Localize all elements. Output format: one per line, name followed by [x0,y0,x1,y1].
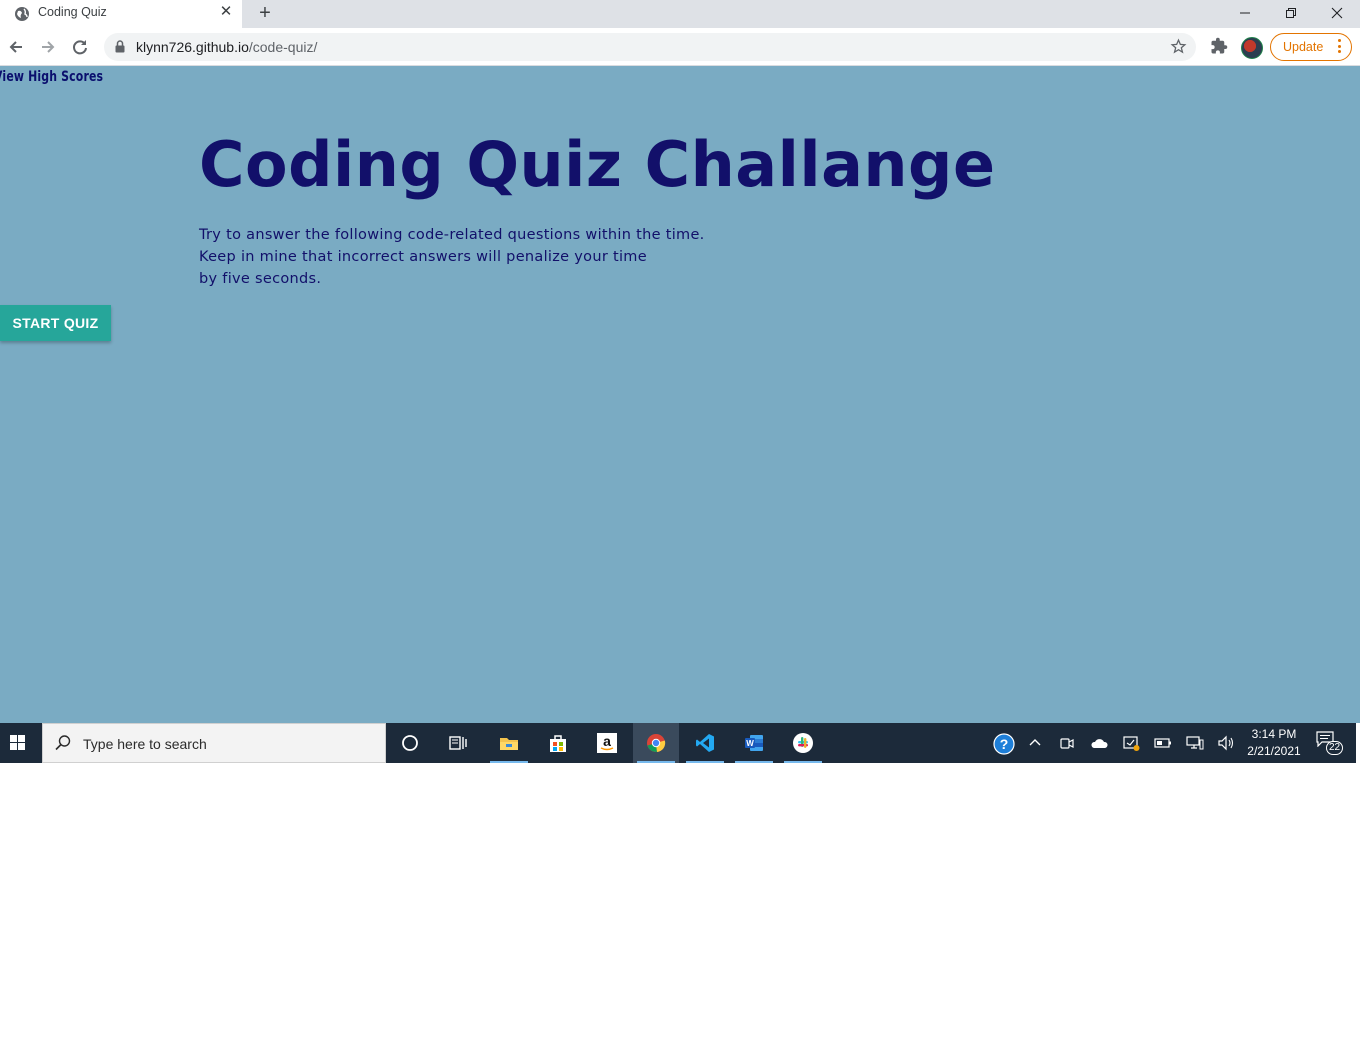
minimize-icon [1240,12,1250,14]
volume-icon[interactable] [1216,733,1236,753]
tab-title: Coding Quiz [38,5,107,19]
restore-button[interactable] [1268,0,1314,28]
svg-text:a: a [603,733,611,749]
view-high-scores-link[interactable]: View High Scores [0,69,103,85]
clock-time: 3:14 PM [1251,727,1297,741]
help-icon[interactable]: ? [993,733,1015,755]
search-icon [55,735,71,751]
store-app[interactable] [535,723,581,763]
word-app[interactable]: W [731,723,777,763]
task-view-icon [449,736,467,750]
amazon-icon: a [597,733,617,753]
url-path: /code-quiz/ [248,39,318,55]
task-view-button[interactable] [435,723,481,763]
file-explorer-icon [500,738,518,750]
instruction-line: Try to answer the following code-related… [199,227,705,243]
slack-app[interactable] [780,723,826,763]
reload-icon[interactable] [69,36,91,58]
lock-icon [115,40,125,53]
file-explorer-app[interactable] [486,723,532,763]
running-indicator [637,761,675,763]
page-title: Coding Quiz Challange [199,128,996,201]
url-text: klynn726.github.io/code-quiz/ [136,39,317,55]
extensions-puzzle-icon[interactable] [1210,37,1228,55]
network-icon[interactable] [1185,733,1205,753]
slack-icon [793,733,813,753]
minimize-button[interactable] [1222,0,1268,28]
close-window-button[interactable] [1314,0,1360,28]
battery-icon[interactable] [1153,733,1173,753]
amazon-app[interactable]: a [584,723,630,763]
vscode-icon [696,734,714,752]
action-center-button[interactable]: 22 [1316,731,1346,757]
instruction-line: by five seconds. [199,271,322,287]
notification-badge: 22 [1326,741,1343,755]
page-viewport: View High Scores Coding Quiz Challange T… [0,66,1360,723]
restore-icon [1286,8,1296,18]
store-icon [550,735,566,752]
chrome-icon [647,734,666,753]
cortana-icon [402,735,418,751]
chrome-app[interactable] [633,723,679,763]
cortana-button[interactable] [387,723,433,763]
search-placeholder: Type here to search [83,736,207,752]
vscode-app[interactable] [682,723,728,763]
onedrive-icon[interactable] [1089,733,1109,753]
word-icon: W [745,735,763,751]
windows-taskbar: Type here to search a W ? 3:14 PM 2/21/2… [0,723,1356,763]
update-label: Update [1283,40,1324,54]
running-indicator [735,761,773,763]
instruction-line: Keep in mine that incorrect answers will… [199,249,647,265]
windows-start-button[interactable] [0,723,36,763]
profile-avatar[interactable] [1241,37,1263,59]
svg-text:?: ? [1000,736,1009,752]
instructions-text: Try to answer the following code-related… [199,224,705,290]
svg-text:W: W [746,739,754,748]
close-icon [1331,7,1343,19]
globe-icon [15,7,29,21]
windows-logo-icon [10,735,26,751]
security-icon[interactable] [1121,733,1141,753]
url-host: klynn726.github.io [136,39,249,55]
more-menu-icon [1338,39,1342,56]
chevron-up-icon[interactable] [1025,733,1045,753]
browser-toolbar: klynn726.github.io/code-quiz/ Update [0,28,1360,66]
meet-now-icon[interactable] [1057,733,1077,753]
start-quiz-button[interactable]: START QUIZ [0,305,111,341]
update-button[interactable]: Update [1270,33,1352,61]
back-arrow-icon[interactable] [5,36,27,58]
taskbar-search[interactable]: Type here to search [42,723,386,763]
new-tab-button[interactable]: + [254,2,276,24]
bookmark-star-icon[interactable] [1170,38,1187,55]
running-indicator [784,761,822,763]
close-tab-icon[interactable]: ✕ [218,4,234,20]
tab-strip: Coding Quiz ✕ + [0,0,1360,28]
address-bar[interactable]: klynn726.github.io/code-quiz/ [104,33,1196,61]
system-clock[interactable]: 3:14 PM 2/21/2021 [1242,726,1306,760]
clock-date: 2/21/2021 [1247,744,1301,758]
running-indicator [686,761,724,763]
browser-tab[interactable]: Coding Quiz ✕ [0,0,242,28]
running-indicator [490,761,528,763]
forward-arrow-icon[interactable] [37,36,59,58]
